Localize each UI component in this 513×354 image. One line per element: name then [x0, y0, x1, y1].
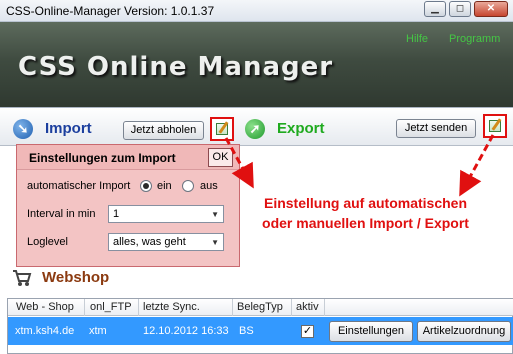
shopping-cart-icon	[13, 270, 32, 286]
app-banner: CSS Online Manager Hilfe Programm	[0, 22, 513, 107]
chevron-down-icon: ▼	[211, 210, 219, 219]
export-now-button[interactable]: Jetzt senden	[396, 119, 476, 138]
import-settings-icon[interactable]	[210, 117, 234, 141]
cell-shop: xtm.ksh4.de	[15, 325, 75, 337]
export-arrow-icon: ➚	[245, 119, 265, 139]
program-link[interactable]: Programm	[449, 33, 500, 45]
import-now-button[interactable]: Jetzt abholen	[123, 121, 204, 140]
loglevel-value: alles, was geht	[113, 236, 186, 248]
col-aktiv[interactable]: aktiv	[296, 301, 319, 313]
radio-off[interactable]	[182, 180, 194, 192]
col-webshop[interactable]: Web - Shop	[16, 301, 74, 313]
callout-line-1: Einstellung auf automatischen	[263, 195, 468, 211]
title-bar: CSS-Online-Manager Version: 1.0.1.37 ▁ ◻…	[0, 0, 513, 22]
col-onl-ftp[interactable]: onl_FTP	[90, 301, 132, 313]
close-button[interactable]: ✕	[474, 1, 508, 17]
export-settings-icon[interactable]	[483, 114, 507, 138]
import-settings-popup: Einstellungen zum Import OK automatische…	[16, 144, 240, 267]
cell-last-sync: 12.10.2012 16:33	[143, 325, 229, 337]
cell-ftp: xtm	[89, 325, 107, 337]
loglevel-label: Loglevel	[27, 236, 68, 248]
window-title: CSS-Online-Manager Version: 1.0.1.37	[6, 4, 215, 18]
radio-on-label: ein	[157, 180, 172, 192]
app-logo: CSS Online Manager	[18, 52, 334, 82]
import-export-bar: ➘ Import Jetzt abholen ➚ Export Jetzt se…	[0, 107, 513, 145]
help-link[interactable]: Hilfe	[406, 33, 428, 45]
col-last-sync[interactable]: letzte Sync.	[143, 301, 200, 313]
interval-value: 1	[113, 208, 120, 220]
webshop-table: Web - Shop onl_FTP letzte Sync. BelegTyp…	[7, 298, 513, 354]
aktiv-checkbox[interactable]: ✓	[301, 325, 314, 338]
interval-dropdown[interactable]: 1 ▼	[108, 205, 224, 223]
import-arrow-icon: ➘	[13, 119, 33, 139]
radio-off-label: aus	[200, 180, 218, 192]
export-title: Export	[277, 120, 325, 137]
radio-on[interactable]	[140, 180, 152, 192]
interval-label: Interval in min	[27, 208, 96, 220]
table-row[interactable]: xtm.ksh4.de xtm 12.10.2012 16:33 BS ✓ Ei…	[8, 317, 513, 345]
callout-line-2: oder manuellen Import / Export	[262, 215, 469, 231]
restore-button[interactable]: ◻	[449, 1, 471, 17]
minimize-button[interactable]: ▁	[424, 1, 446, 17]
callout-text: Einstellung auf automatischen oder manue…	[258, 193, 473, 233]
col-belegtyp[interactable]: BelegTyp	[237, 301, 283, 313]
webshop-section-header: Webshop	[0, 262, 513, 298]
cell-belegtyp: BS	[239, 325, 254, 337]
webshop-title: Webshop	[42, 269, 110, 286]
chevron-down-icon: ▼	[211, 238, 219, 247]
auto-import-label: automatischer Import	[27, 180, 131, 192]
ok-button[interactable]: OK	[208, 148, 233, 167]
popup-title: Einstellungen zum Import	[29, 151, 176, 165]
loglevel-dropdown[interactable]: alles, was geht ▼	[108, 233, 224, 251]
import-title: Import	[45, 120, 92, 137]
article-mapping-button[interactable]: Artikelzuordnung	[417, 321, 511, 342]
table-header: Web - Shop onl_FTP letzte Sync. BelegTyp…	[8, 299, 513, 316]
popup-header: Einstellungen zum Import OK	[17, 145, 239, 170]
settings-button[interactable]: Einstellungen	[329, 321, 413, 342]
